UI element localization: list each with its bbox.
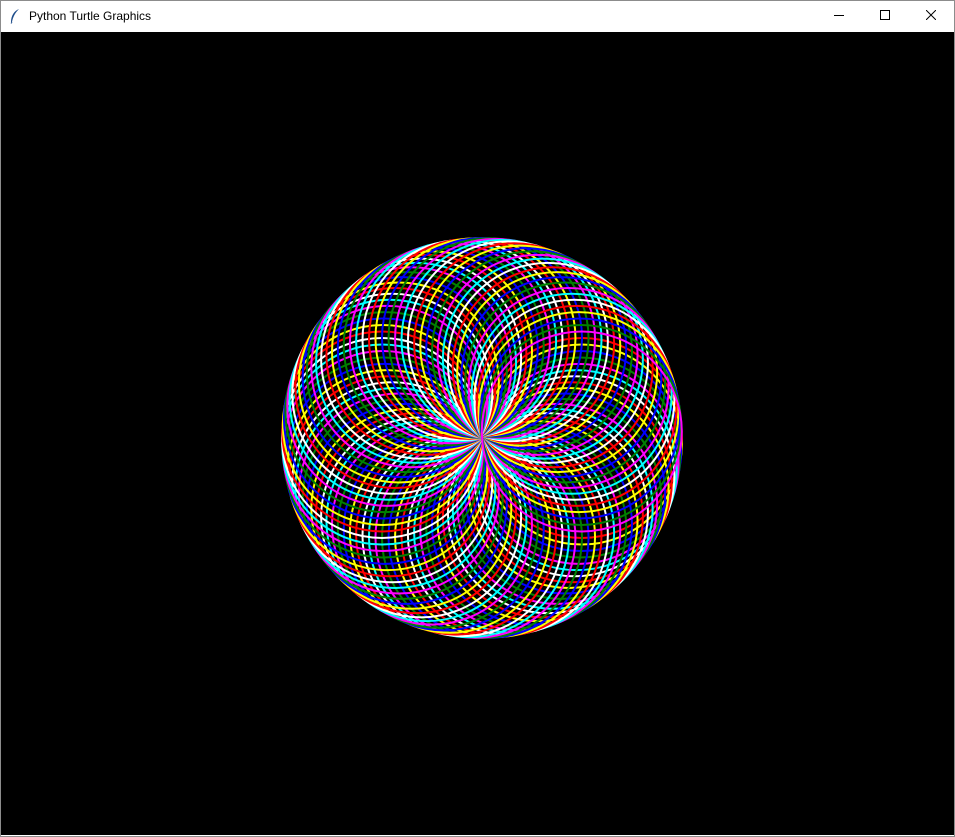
title-bar[interactable]: Python Turtle Graphics	[1, 1, 954, 31]
window-controls	[816, 1, 954, 31]
turtle-canvas-area[interactable]	[1, 32, 954, 835]
minimize-icon	[834, 7, 844, 25]
close-button[interactable]	[908, 1, 954, 31]
maximize-button[interactable]	[862, 1, 908, 31]
minimize-button[interactable]	[816, 1, 862, 31]
close-icon	[925, 7, 937, 25]
turtle-window: Python Turtle Graphics	[0, 0, 955, 837]
window-title: Python Turtle Graphics	[29, 9, 152, 23]
feather-icon	[7, 8, 23, 24]
spirograph-drawing	[281, 237, 683, 639]
maximize-icon	[880, 7, 890, 25]
